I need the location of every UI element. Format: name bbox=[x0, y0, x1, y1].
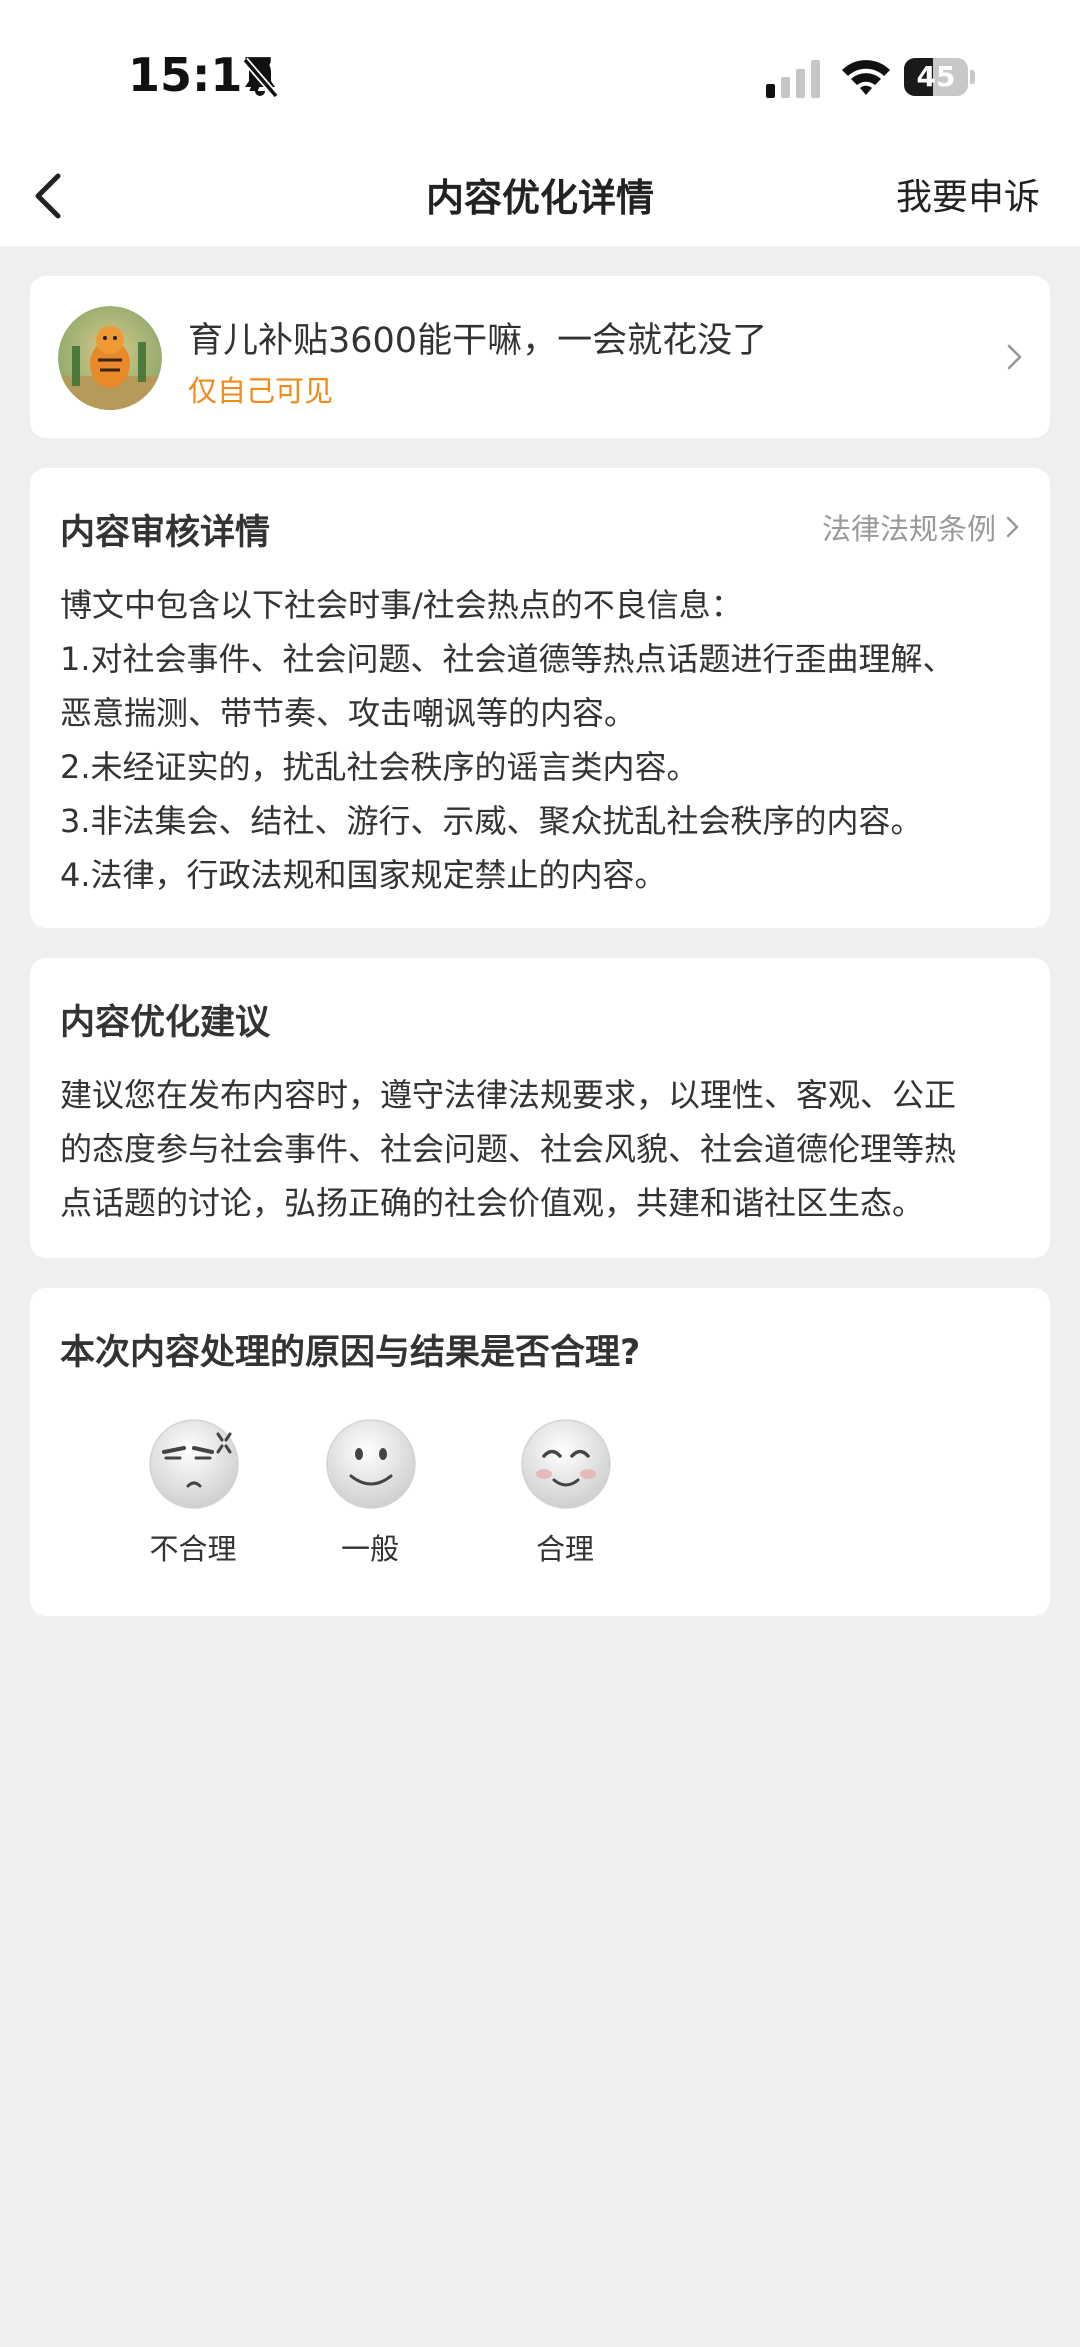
review-line: 博文中包含以下社会时事/社会热点的不良信息： bbox=[60, 586, 743, 624]
review-line: 2.未经证实的，扰乱社会秩序的谣言类内容。 bbox=[60, 748, 699, 786]
post-visibility: 仅自己可见 bbox=[188, 374, 334, 408]
review-line: 4.法律，行政法规和国家规定禁止的内容。 bbox=[60, 856, 667, 894]
rating-label: 不合理 bbox=[149, 1532, 237, 1566]
happy-face-icon bbox=[521, 1419, 611, 1509]
optimization-suggestion-card: 内容优化建议 建议您在发布内容时，遵守法律法规要求，以理性、客观、公正 的态度参… bbox=[30, 958, 1050, 1258]
status-bar: 15:17 45 bbox=[0, 0, 1080, 150]
review-body: 博文中包含以下社会时事/社会热点的不良信息： 1.对社会事件、社会问题、社会道德… bbox=[60, 578, 1020, 902]
wifi-icon bbox=[842, 60, 890, 95]
chevron-right-icon bbox=[1006, 516, 1019, 538]
review-line: 1.对社会事件、社会问题、社会道德等热点话题进行歪曲理解、 bbox=[60, 640, 955, 678]
angry-face-icon bbox=[149, 1419, 239, 1509]
review-title: 内容审核详情 bbox=[60, 513, 271, 553]
chevron-right-icon bbox=[1007, 344, 1022, 370]
suggestion-line: 的态度参与社会事件、社会问题、社会风貌、社会道德伦理等热 bbox=[60, 1130, 957, 1168]
neutral-face-icon bbox=[326, 1419, 416, 1509]
rating-option-reasonable[interactable]: 合理 bbox=[480, 1418, 650, 1578]
post-card[interactable]: 育儿补贴3600能干嘛，一会就花没了 仅自己可见 bbox=[30, 276, 1050, 438]
appeal-button[interactable]: 我要申诉 bbox=[896, 150, 1040, 246]
avatar bbox=[58, 306, 162, 410]
review-line: 恶意揣测、带节奏、攻击嘲讽等的内容。 bbox=[60, 694, 637, 732]
battery-icon: 45 bbox=[904, 58, 976, 96]
rating-label: 一般 bbox=[340, 1532, 399, 1566]
battery-level: 45 bbox=[916, 60, 956, 93]
law-link-label: 法律法规条例 bbox=[821, 512, 996, 546]
rating-option-average[interactable]: 一般 bbox=[285, 1418, 455, 1578]
suggestion-body: 建议您在发布内容时，遵守法律法规要求，以理性、客观、公正 的态度参与社会事件、社… bbox=[60, 1068, 1020, 1230]
rating-card: 本次内容处理的原因与结果是否合理? 不合理 一般 合理 bbox=[30, 1288, 1050, 1616]
review-line: 3.非法集会、结社、游行、示威、聚众扰乱社会秩序的内容。 bbox=[60, 802, 923, 840]
cellular-signal-icon bbox=[766, 60, 820, 98]
post-title: 育儿补贴3600能干嘛，一会就花没了 bbox=[188, 321, 768, 361]
rating-option-unreasonable[interactable]: 不合理 bbox=[108, 1418, 278, 1578]
suggestion-title: 内容优化建议 bbox=[60, 1003, 271, 1043]
suggestion-line: 点话题的讨论，弘扬正确的社会价值观，共建和谐社区生态。 bbox=[60, 1184, 925, 1222]
rating-label: 合理 bbox=[535, 1532, 594, 1566]
review-details-card: 内容审核详情 法律法规条例 博文中包含以下社会时事/社会热点的不良信息： 1.对… bbox=[30, 468, 1050, 928]
nav-bar: 内容优化详情 我要申诉 bbox=[0, 150, 1080, 246]
law-regulations-link[interactable]: 法律法规条例 bbox=[822, 506, 1020, 548]
bell-slash-icon bbox=[242, 57, 279, 99]
suggestion-line: 建议您在发布内容时，遵守法律法规要求，以理性、客观、公正 bbox=[60, 1076, 957, 1114]
chevron-left-icon[interactable] bbox=[24, 166, 74, 226]
rating-question: 本次内容处理的原因与结果是否合理? bbox=[60, 1333, 641, 1373]
